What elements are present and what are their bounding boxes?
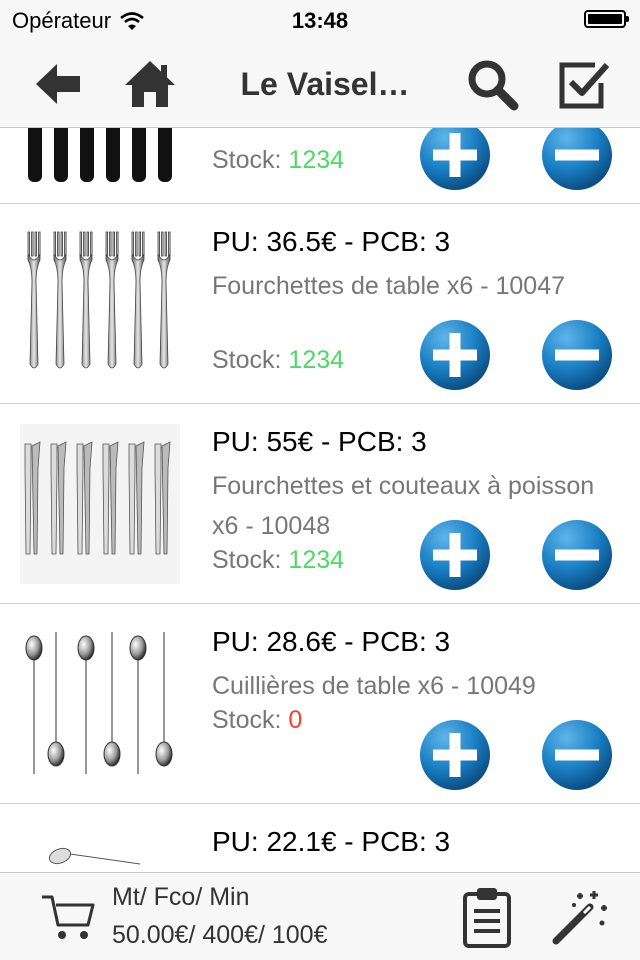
add-quantity-button[interactable] xyxy=(418,518,492,592)
product-price: PU: 55€ - PCB: 3 xyxy=(212,426,427,457)
arrow-left-icon xyxy=(36,64,80,104)
stock-label: Stock: xyxy=(212,706,289,734)
home-icon xyxy=(125,61,175,107)
bottom-toolbar: Mt/ Fco/ Min 50.00€/ 400€/ 100€ xyxy=(0,872,640,960)
product-row[interactable]: PU: 22.1€ - PCB: 3 xyxy=(0,804,640,872)
stock-value: 1234 xyxy=(288,346,345,374)
home-button[interactable] xyxy=(120,54,180,114)
product-stock: Stock: 1234 xyxy=(212,546,344,575)
product-price: PU: 28.6€ - PCB: 3 xyxy=(212,626,451,657)
back-button[interactable] xyxy=(28,54,88,114)
product-price: PU: 36.5€ - PCB: 3 xyxy=(212,226,451,257)
product-row[interactable]: PU: 36.5€ - PCB: 3 Fourchettes de table … xyxy=(0,204,640,404)
product-description: Fourchettes de table x6 - 10047 xyxy=(212,272,566,300)
product-image xyxy=(28,128,172,182)
clipboard-icon[interactable] xyxy=(462,885,512,949)
remove-quantity-button[interactable] xyxy=(540,518,614,592)
nav-bar: Le Vaisel… xyxy=(0,40,640,128)
order-summary-label: Mt/ Fco/ Min xyxy=(112,883,250,911)
status-bar: Opérateur 13:48 xyxy=(0,0,640,40)
search-icon xyxy=(468,60,519,111)
product-stock: Stock: 0 xyxy=(212,706,302,735)
product-row[interactable]: 10046 Stock: 1234 xyxy=(0,128,640,204)
stock-value: 0 xyxy=(288,706,303,734)
product-description: Cuillières de table x6 - 10049 xyxy=(212,672,536,700)
stock-label: Stock: xyxy=(212,546,289,574)
remove-quantity-button[interactable] xyxy=(540,318,614,392)
stock-label: Stock: xyxy=(212,146,289,174)
stock-label: Stock: xyxy=(212,346,289,374)
battery-icon xyxy=(584,10,629,28)
product-image xyxy=(20,424,180,584)
app-screen: Opérateur 13:48 Le Vaisel… Stock: 1234 P… xyxy=(0,0,640,960)
product-list[interactable]: 10046 Stock: 1234 xyxy=(0,128,640,872)
add-quantity-button[interactable] xyxy=(418,128,492,192)
remove-quantity-button[interactable] xyxy=(540,718,614,792)
product-image xyxy=(27,231,171,369)
magic-wand-icon[interactable] xyxy=(550,887,610,947)
add-quantity-button[interactable] xyxy=(418,718,492,792)
validate-button[interactable] xyxy=(554,54,614,114)
product-image xyxy=(48,847,141,865)
product-stock: Stock: 1234 xyxy=(212,346,344,375)
search-button[interactable] xyxy=(462,54,522,114)
product-row[interactable]: PU: 55€ - PCB: 3 Fourchettes et couteaux… xyxy=(0,404,640,604)
order-summary-values: 50.00€/ 400€/ 100€ xyxy=(112,921,328,949)
add-quantity-button[interactable] xyxy=(418,318,492,392)
product-image xyxy=(25,632,173,774)
remove-quantity-button[interactable] xyxy=(540,128,614,192)
cart-icon[interactable] xyxy=(40,891,96,943)
product-stock: Stock: 1234 xyxy=(212,146,344,175)
product-row[interactable]: PU: 28.6€ - PCB: 3 Cuillières de table x… xyxy=(0,604,640,804)
product-price: PU: 22.1€ - PCB: 3 xyxy=(212,826,451,857)
checkbox-check-icon xyxy=(559,62,610,109)
page-title: Le Vaisel… xyxy=(240,66,410,102)
stock-value: 1234 xyxy=(288,546,345,574)
stock-value: 1234 xyxy=(288,146,345,174)
clock: 13:48 xyxy=(291,8,349,33)
